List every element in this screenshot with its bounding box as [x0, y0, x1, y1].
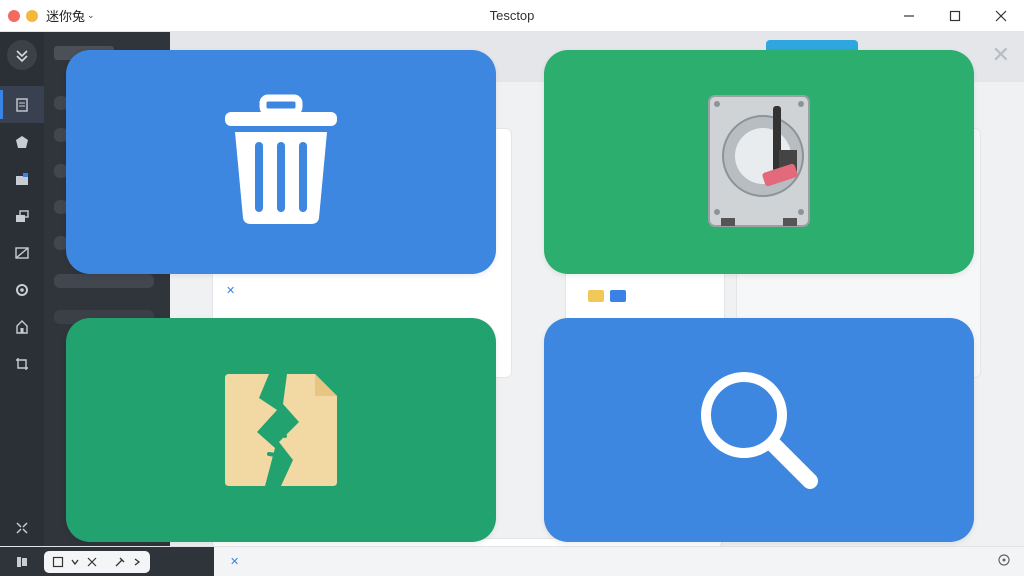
- folder-icon: [588, 290, 604, 302]
- sidebar-item-disk-recover[interactable]: [0, 123, 44, 160]
- status-bar: ✕: [0, 546, 1024, 576]
- sidebar-item-home[interactable]: [0, 308, 44, 345]
- app-name-label: 迷你兔: [46, 9, 86, 24]
- disk-recover-icon: [16, 135, 28, 148]
- sidebar-item-layers[interactable]: [0, 197, 44, 234]
- help-icon: [998, 554, 1010, 566]
- magnifier-icon: [701, 372, 818, 489]
- recycle-bin-tile[interactable]: [66, 50, 496, 274]
- hard-drive-icon: [708, 95, 810, 227]
- sidebar-item-partition[interactable]: [0, 160, 44, 197]
- folder-icon: [610, 290, 626, 302]
- tools-icon: [115, 557, 125, 567]
- dialog-close-icon[interactable]: ✕: [992, 42, 1010, 68]
- bottom-toolbar: [0, 547, 214, 576]
- chevron-right-icon: [134, 558, 141, 566]
- close-icon: [995, 10, 1007, 22]
- bottom-tool-pill[interactable]: [44, 551, 150, 573]
- frame-icon: [52, 556, 64, 568]
- bottom-status: ✕: [230, 555, 239, 568]
- minimize-icon: [904, 15, 914, 17]
- sidebar-expand-button[interactable]: [0, 520, 44, 536]
- x-mark-icon: ✕: [230, 556, 240, 568]
- image-icon: [15, 246, 29, 259]
- sidebar-item-document[interactable]: [0, 86, 44, 123]
- gear-icon: [16, 283, 28, 296]
- sidebar-item-image[interactable]: [0, 234, 44, 271]
- hard-disk-tile[interactable]: [544, 50, 974, 274]
- x-mark-icon: ✕: [226, 285, 236, 297]
- trash-icon: [225, 94, 337, 224]
- maximize-button[interactable]: [932, 0, 978, 32]
- app-name-menu[interactable]: 迷你兔 ⌄: [46, 6, 95, 25]
- title-bar: 迷你兔 ⌄ Tesctop: [0, 0, 1024, 32]
- sidebar: [0, 32, 44, 546]
- windows-icon: [17, 557, 27, 567]
- close-dot-button[interactable]: [8, 9, 20, 22]
- file-entry: ✕: [226, 284, 239, 297]
- partition-icon: [16, 172, 28, 185]
- cross-icon: [87, 557, 97, 567]
- search-tile[interactable]: [544, 318, 974, 542]
- chevron-down-icon: ⌄: [87, 10, 95, 20]
- brand-logo-icon[interactable]: [7, 40, 37, 70]
- close-button[interactable]: [978, 0, 1024, 32]
- help-button[interactable]: [998, 554, 1010, 569]
- maximize-icon: [949, 10, 961, 22]
- bottom-app-icon[interactable]: [0, 555, 44, 569]
- expand-icon: [16, 522, 28, 534]
- minimize-button[interactable]: [886, 0, 932, 32]
- window-title: Tesctop: [489, 8, 535, 23]
- sidebar-item-crop[interactable]: [0, 345, 44, 382]
- crop-icon: [16, 357, 28, 370]
- folder-icons: [588, 290, 626, 302]
- home-icon: [16, 319, 28, 334]
- layers-icon: [16, 209, 29, 222]
- chevron-down-icon: [71, 559, 79, 566]
- window-traffic-lights: [8, 9, 38, 22]
- document-icon: [16, 97, 28, 112]
- window-controls: [886, 0, 1024, 32]
- minimize-dot-button[interactable]: [26, 9, 38, 22]
- broken-file-icon: [225, 374, 337, 486]
- corrupted-file-tile[interactable]: [66, 318, 496, 542]
- sidebar-item-settings[interactable]: [0, 271, 44, 308]
